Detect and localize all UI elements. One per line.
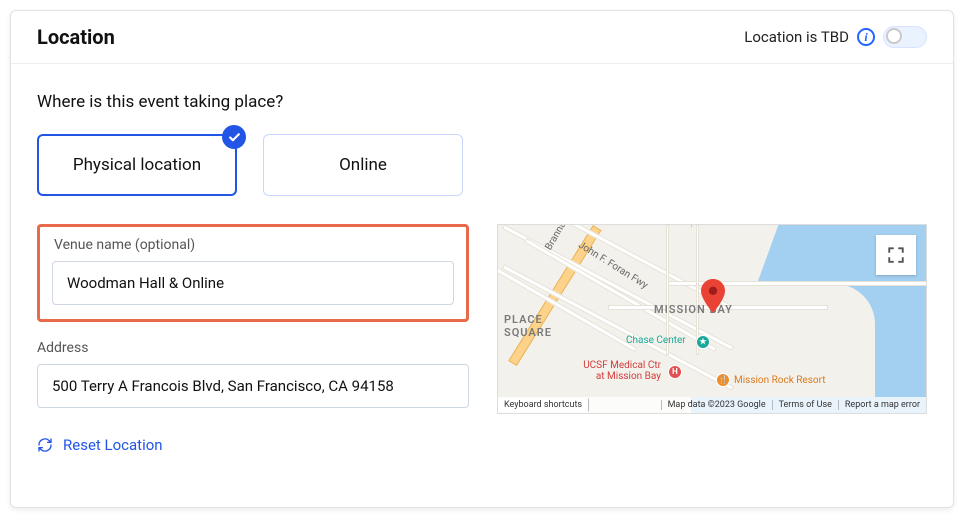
venue-label: Venue name (optional) [54, 237, 454, 253]
address-group: Address [37, 340, 469, 408]
address-input[interactable] [37, 364, 469, 408]
venue-name-input[interactable] [52, 261, 454, 305]
map-attribution: Map data ©2023 Google [661, 400, 772, 410]
map-report-link[interactable]: Report a map error [838, 400, 926, 410]
poi-mission-rock-label: Mission Rock Resort [734, 375, 826, 386]
location-prompt: Where is this event taking place? [37, 92, 927, 112]
tbd-label: Location is TBD [744, 28, 849, 46]
poi-chase-center-label: Chase Center [626, 335, 686, 346]
map-keyboard-shortcuts[interactable]: Keyboard shortcuts [498, 398, 589, 412]
map-footer: Keyboard shortcuts Map data ©2023 Google… [498, 397, 926, 413]
fields-row: Venue name (optional) Address Reset Loca… [37, 224, 927, 457]
poi-ucsf-icon: H [668, 365, 682, 379]
option-physical-location[interactable]: Physical location [37, 134, 237, 196]
location-type-options: Physical location Online [37, 134, 927, 196]
left-column: Venue name (optional) Address Reset Loca… [37, 224, 469, 457]
option-label: Online [339, 155, 387, 175]
map-preview[interactable]: PLACESQUARE MISSION BAY John F. Foran Fw… [497, 224, 927, 414]
info-icon[interactable]: i [857, 28, 875, 46]
check-icon [222, 125, 246, 149]
card-body: Where is this event taking place? Physic… [11, 64, 953, 477]
location-card: Location Location is TBD i Where is this… [10, 10, 954, 508]
reset-label: Reset Location [63, 436, 163, 454]
section-title: Location [37, 25, 115, 49]
venue-highlight: Venue name (optional) [37, 224, 469, 322]
tbd-toggle[interactable] [883, 26, 927, 48]
tbd-control: Location is TBD i [744, 26, 927, 48]
map-label-place-square: PLACESQUARE [504, 313, 552, 339]
map-pin-icon [701, 279, 725, 303]
refresh-icon [37, 437, 53, 453]
fullscreen-icon [887, 246, 905, 264]
card-header: Location Location is TBD i [11, 11, 953, 64]
poi-chase-center-icon: ★ [696, 335, 710, 349]
toggle-knob [886, 28, 902, 44]
poi-ucsf-label: UCSF Medical Ctrat Mission Bay [526, 360, 661, 382]
map-fullscreen-button[interactable] [876, 235, 916, 275]
map-terms-link[interactable]: Terms of Use [772, 400, 838, 410]
address-label: Address [37, 340, 469, 356]
option-online[interactable]: Online [263, 134, 463, 196]
option-label: Physical location [73, 155, 201, 175]
poi-mission-rock-icon: 🍴 [716, 373, 730, 387]
reset-location-link[interactable]: Reset Location [37, 436, 163, 454]
